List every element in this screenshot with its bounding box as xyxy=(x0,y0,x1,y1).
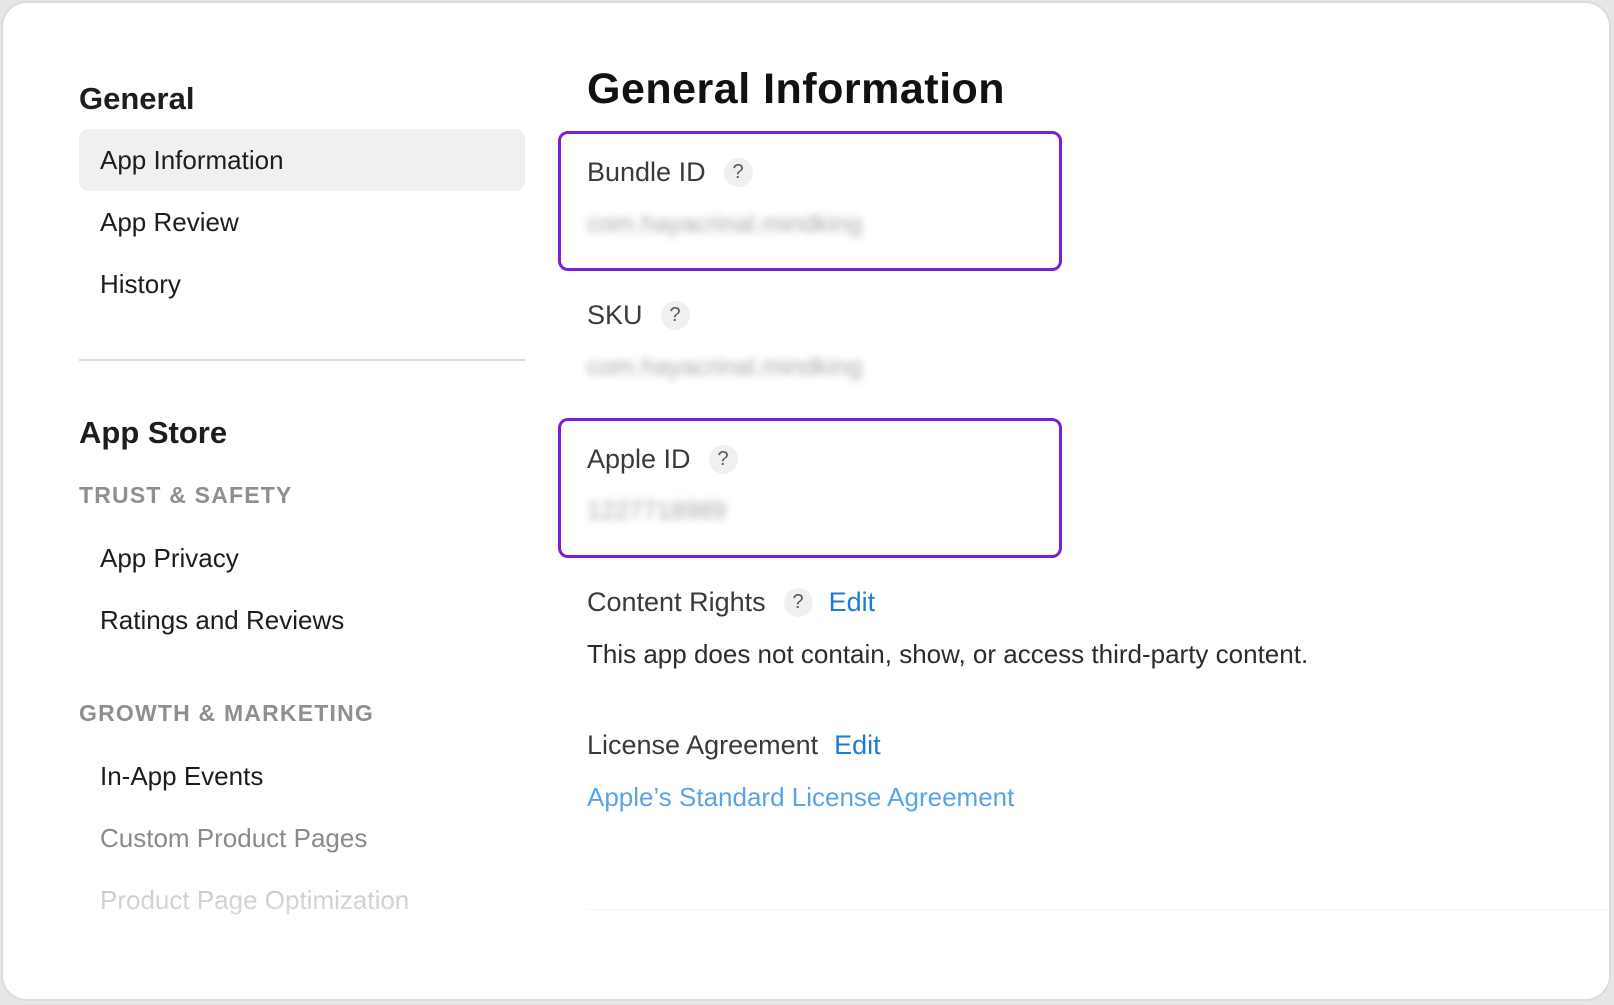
apple-id-field: Apple ID ? 1227718989 xyxy=(587,441,738,529)
bundle-id-label: Bundle ID xyxy=(587,156,706,187)
license-agreement-edit-link[interactable]: Edit xyxy=(834,730,881,761)
content-divider xyxy=(587,909,1609,910)
content-rights-label: Content Rights xyxy=(587,586,766,617)
sku-field: SKU ? com.hayacrinal.mindking xyxy=(587,297,862,385)
apple-id-value: 1227718989 xyxy=(587,497,727,525)
sidebar-item-app-privacy[interactable]: App Privacy xyxy=(79,527,525,589)
apple-id-label: Apple ID xyxy=(587,443,691,474)
standard-license-agreement-link[interactable]: Apple’s Standard License Agreement xyxy=(587,779,1014,815)
sidebar-group-trust-safety: TRUST & SAFETY xyxy=(79,482,293,508)
help-icon[interactable]: ? xyxy=(660,300,690,330)
app-window: General App Information App Review Histo… xyxy=(1,1,1611,1001)
sku-label: SKU xyxy=(587,299,643,330)
license-agreement-field: License Agreement Edit Apple’s Standard … xyxy=(587,727,1014,815)
sidebar-item-app-information[interactable]: App Information xyxy=(79,129,525,191)
sidebar-item-in-app-events[interactable]: In-App Events xyxy=(79,745,525,807)
sidebar-item-ratings-and-reviews[interactable]: Ratings and Reviews xyxy=(79,589,525,651)
page-title: General Information xyxy=(587,65,1006,113)
help-icon[interactable]: ? xyxy=(783,587,813,617)
sidebar: General App Information App Review Histo… xyxy=(79,3,525,999)
sidebar-section-general: General xyxy=(79,81,195,116)
sidebar-item-history[interactable]: History xyxy=(79,253,525,315)
content-rights-value: This app does not contain, show, or acce… xyxy=(587,639,1309,669)
help-icon[interactable]: ? xyxy=(723,157,753,187)
help-icon[interactable]: ? xyxy=(708,444,738,474)
sidebar-item-app-review[interactable]: App Review xyxy=(79,191,525,253)
bundle-id-value: com.hayacrinal.mindking xyxy=(587,210,863,238)
main-content: General Information Bundle ID ? com.haya… xyxy=(558,3,1609,999)
sidebar-item-custom-product-pages[interactable]: Custom Product Pages xyxy=(79,807,525,869)
license-agreement-label: License Agreement xyxy=(587,729,819,760)
content-rights-edit-link[interactable]: Edit xyxy=(829,587,876,618)
sidebar-item-product-page-optimization[interactable]: Product Page Optimization xyxy=(79,869,525,931)
sku-value: com.hayacrinal.mindking xyxy=(587,353,863,381)
sidebar-section-app-store: App Store xyxy=(79,415,228,450)
content-rights-field: Content Rights ? Edit This app does not … xyxy=(587,584,1308,672)
bundle-id-field: Bundle ID ? com.hayacrinal.mindking xyxy=(587,154,862,242)
sidebar-divider xyxy=(79,359,525,361)
sidebar-group-growth-marketing: GROWTH & MARKETING xyxy=(79,700,375,726)
